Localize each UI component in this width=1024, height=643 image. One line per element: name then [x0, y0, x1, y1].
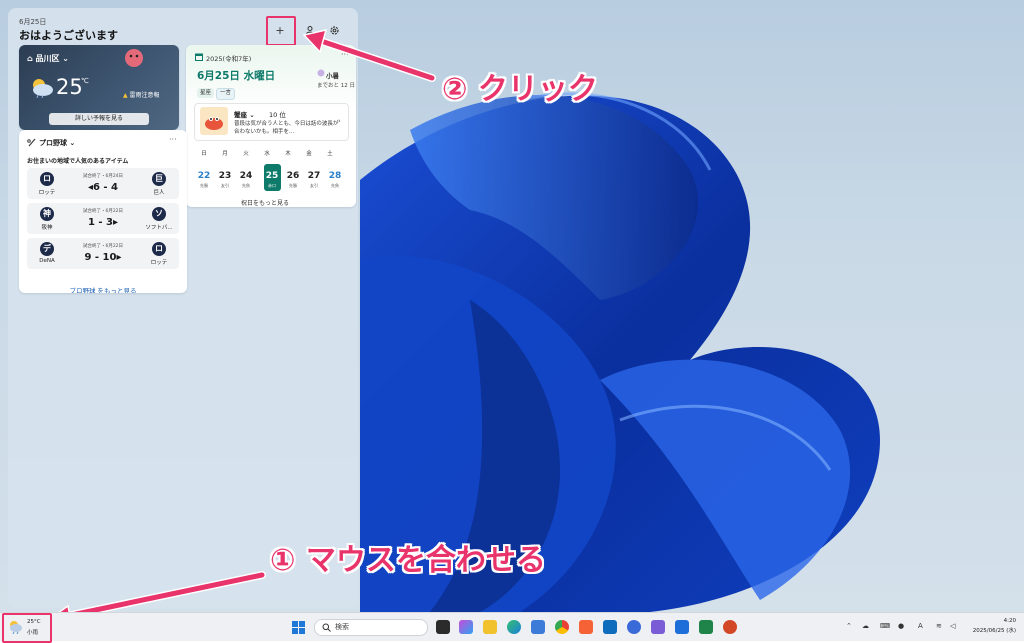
- store-icon[interactable]: [531, 620, 545, 634]
- cloud-icon[interactable]: ☁: [862, 622, 869, 630]
- wifi-icon[interactable]: ≋: [936, 622, 942, 630]
- annotation-step2: ② クリック: [442, 72, 598, 107]
- file-explorer-icon[interactable]: [483, 620, 497, 634]
- search-placeholder: 検索: [335, 623, 349, 631]
- edge-icon[interactable]: [507, 620, 521, 634]
- task-view-icon[interactable]: [436, 620, 450, 634]
- windows-start-icon[interactable]: [292, 621, 305, 634]
- taskbar-clock[interactable]: 4:20 2025/06/25 (水): [973, 616, 1016, 636]
- teams-icon[interactable]: [651, 620, 665, 634]
- clock-date: 2025/06/25 (水): [972, 628, 1016, 634]
- search-icon: [322, 623, 331, 632]
- volume-icon[interactable]: ◁: [950, 622, 955, 630]
- taskbar: 25°C 小雨 検索 ⌃ ☁ ⌨ ● A ≋ ◁ 4:20 2025/06/25…: [0, 612, 1024, 643]
- settings-app-icon[interactable]: [627, 620, 641, 634]
- chrome-icon[interactable]: [555, 620, 569, 634]
- excel-icon[interactable]: [699, 620, 713, 634]
- highlight-weather-button: [2, 613, 52, 643]
- annotation-step1: ① マウスを合わせる: [270, 543, 546, 578]
- taskbar-search[interactable]: 検索: [314, 619, 428, 636]
- powerpoint-icon[interactable]: [723, 620, 737, 634]
- chevron-up-icon[interactable]: ⌃: [846, 622, 852, 630]
- outlook-icon[interactable]: [603, 620, 617, 634]
- security-icon[interactable]: ●: [898, 622, 904, 630]
- clock-time: 4:20: [1003, 618, 1016, 624]
- word-icon[interactable]: [675, 620, 689, 634]
- brave-icon[interactable]: [579, 620, 593, 634]
- keyboard-icon[interactable]: ⌨: [880, 622, 890, 630]
- font-icon[interactable]: A: [918, 622, 923, 630]
- copilot-icon[interactable]: [459, 620, 473, 634]
